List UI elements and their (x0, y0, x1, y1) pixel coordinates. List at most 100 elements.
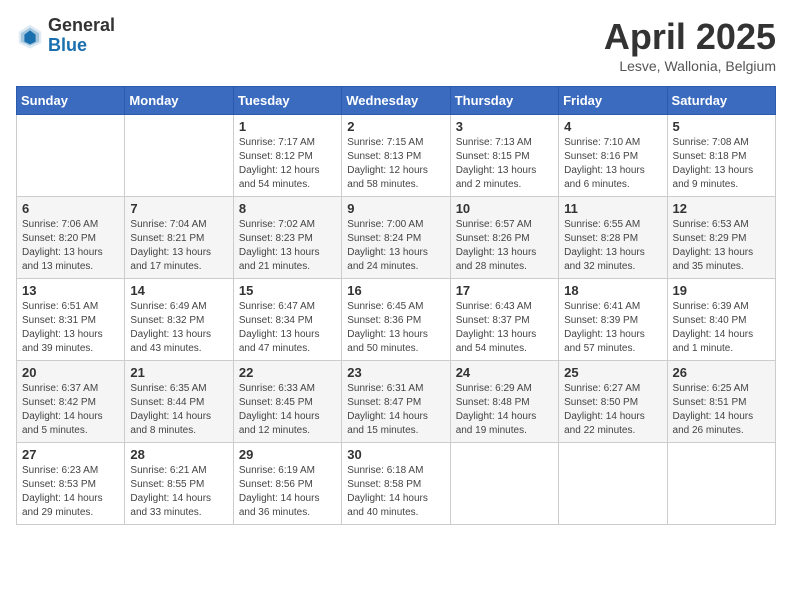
day-info: Sunrise: 6:31 AM Sunset: 8:47 PM Dayligh… (347, 382, 444, 438)
calendar-cell: 6 Sunrise: 7:06 AM Sunset: 8:20 PM Daylig… (17, 197, 125, 279)
day-number: 5 (673, 119, 770, 134)
week-row-3: 13 Sunrise: 6:51 AM Sunset: 8:31 PM Dayli… (17, 279, 776, 361)
day-info: Sunrise: 7:15 AM Sunset: 8:13 PM Dayligh… (347, 136, 444, 192)
calendar-cell: 3Sunrise: 7:13 AM Sunset: 8:15 PM Daylig… (450, 115, 558, 197)
day-number: 16 (347, 283, 444, 298)
day-info: Sunrise: 6:49 AM Sunset: 8:32 PM Dayligh… (130, 300, 227, 356)
day-info: Sunrise: 6:19 AM Sunset: 8:56 PM Dayligh… (239, 464, 336, 520)
day-number: 21 (130, 365, 227, 380)
day-info: Sunrise: 7:04 AM Sunset: 8:21 PM Dayligh… (130, 218, 227, 274)
calendar-cell: 1 Sunrise: 7:17 AM Sunset: 8:12 PM Daylig… (233, 115, 341, 197)
calendar-cell: 17 Sunrise: 6:43 AM Sunset: 8:37 PM Dayli… (450, 279, 558, 361)
calendar-cell: 2 Sunrise: 7:15 AM Sunset: 8:13 PM Daylig… (342, 115, 450, 197)
calendar-cell: 22 Sunrise: 6:33 AM Sunset: 8:45 PM Dayli… (233, 361, 341, 443)
day-number: 17 (456, 283, 553, 298)
week-row-4: 20Sunrise: 6:37 AM Sunset: 8:42 PM Dayli… (17, 361, 776, 443)
calendar-cell: 21 Sunrise: 6:35 AM Sunset: 8:44 PM Dayli… (125, 361, 233, 443)
calendar-cell: 19 Sunrise: 6:39 AM Sunset: 8:40 PM Dayli… (667, 279, 775, 361)
logo-blue: Blue (48, 36, 115, 56)
day-number: 6 (22, 201, 119, 216)
day-number: 8 (239, 201, 336, 216)
calendar-cell: 15 Sunrise: 6:47 AM Sunset: 8:34 PM Dayli… (233, 279, 341, 361)
day-info: Sunrise: 7:06 AM Sunset: 8:20 PM Dayligh… (22, 218, 119, 274)
day-info: Sunrise: 6:29 AM Sunset: 8:48 PM Dayligh… (456, 382, 553, 438)
calendar-cell: 14 Sunrise: 6:49 AM Sunset: 8:32 PM Dayli… (125, 279, 233, 361)
day-info: Sunrise: 7:02 AM Sunset: 8:23 PM Dayligh… (239, 218, 336, 274)
calendar-cell: 4Sunrise: 7:10 AM Sunset: 8:16 PM Daylig… (559, 115, 667, 197)
day-info: Sunrise: 6:27 AM Sunset: 8:50 PM Dayligh… (564, 382, 661, 438)
day-info: Sunrise: 6:21 AM Sunset: 8:55 PM Dayligh… (130, 464, 227, 520)
day-number: 29 (239, 447, 336, 462)
day-info: Sunrise: 6:45 AM Sunset: 8:36 PM Dayligh… (347, 300, 444, 356)
calendar-cell: 30 Sunrise: 6:18 AM Sunset: 8:58 PM Dayli… (342, 443, 450, 525)
day-info: Sunrise: 6:55 AM Sunset: 8:28 PM Dayligh… (564, 218, 661, 274)
calendar-cell: 13 Sunrise: 6:51 AM Sunset: 8:31 PM Dayli… (17, 279, 125, 361)
day-info: Sunrise: 6:41 AM Sunset: 8:39 PM Dayligh… (564, 300, 661, 356)
day-info: Sunrise: 6:39 AM Sunset: 8:40 PM Dayligh… (673, 300, 770, 356)
logo-icon (16, 22, 44, 50)
calendar-cell: 12 Sunrise: 6:53 AM Sunset: 8:29 PM Dayli… (667, 197, 775, 279)
day-number: 25 (564, 365, 661, 380)
day-info: Sunrise: 6:53 AM Sunset: 8:29 PM Dayligh… (673, 218, 770, 274)
logo-text: General Blue (48, 16, 115, 56)
weekday-header-tuesday: Tuesday (233, 87, 341, 115)
calendar-cell: 25 Sunrise: 6:27 AM Sunset: 8:50 PM Dayli… (559, 361, 667, 443)
day-info: Sunrise: 6:23 AM Sunset: 8:53 PM Dayligh… (22, 464, 119, 520)
day-info: Sunrise: 6:43 AM Sunset: 8:37 PM Dayligh… (456, 300, 553, 356)
day-info: Sunrise: 7:17 AM Sunset: 8:12 PM Dayligh… (239, 136, 336, 192)
calendar-cell: 8 Sunrise: 7:02 AM Sunset: 8:23 PM Daylig… (233, 197, 341, 279)
calendar-cell (559, 443, 667, 525)
calendar-cell: 5 Sunrise: 7:08 AM Sunset: 8:18 PM Daylig… (667, 115, 775, 197)
calendar-cell (450, 443, 558, 525)
calendar-cell: 9Sunrise: 7:00 AM Sunset: 8:24 PM Daylig… (342, 197, 450, 279)
day-info: Sunrise: 6:51 AM Sunset: 8:31 PM Dayligh… (22, 300, 119, 356)
day-info: Sunrise: 6:47 AM Sunset: 8:34 PM Dayligh… (239, 300, 336, 356)
day-number: 27 (22, 447, 119, 462)
day-number: 30 (347, 447, 444, 462)
weekday-header-wednesday: Wednesday (342, 87, 450, 115)
day-info: Sunrise: 6:25 AM Sunset: 8:51 PM Dayligh… (673, 382, 770, 438)
day-number: 10 (456, 201, 553, 216)
weekday-header-monday: Monday (125, 87, 233, 115)
day-number: 15 (239, 283, 336, 298)
calendar-cell (125, 115, 233, 197)
title-area: April 2025 Lesve, Wallonia, Belgium (604, 16, 776, 74)
day-info: Sunrise: 7:08 AM Sunset: 8:18 PM Dayligh… (673, 136, 770, 192)
day-number: 23 (347, 365, 444, 380)
calendar-cell: 16 Sunrise: 6:45 AM Sunset: 8:36 PM Dayli… (342, 279, 450, 361)
day-number: 11 (564, 201, 661, 216)
day-number: 14 (130, 283, 227, 298)
day-info: Sunrise: 6:33 AM Sunset: 8:45 PM Dayligh… (239, 382, 336, 438)
day-number: 1 (239, 119, 336, 134)
day-number: 13 (22, 283, 119, 298)
calendar-cell: 7 Sunrise: 7:04 AM Sunset: 8:21 PM Daylig… (125, 197, 233, 279)
calendar-cell: 23 Sunrise: 6:31 AM Sunset: 8:47 PM Dayli… (342, 361, 450, 443)
weekday-header-saturday: Saturday (667, 87, 775, 115)
day-info: Sunrise: 6:35 AM Sunset: 8:44 PM Dayligh… (130, 382, 227, 438)
day-number: 22 (239, 365, 336, 380)
day-number: 18 (564, 283, 661, 298)
day-info: Sunrise: 6:57 AM Sunset: 8:26 PM Dayligh… (456, 218, 553, 274)
weekday-header-row: SundayMondayTuesdayWednesdayThursdayFrid… (17, 87, 776, 115)
calendar-cell (17, 115, 125, 197)
day-number: 4 (564, 119, 661, 134)
calendar-cell: 20Sunrise: 6:37 AM Sunset: 8:42 PM Dayli… (17, 361, 125, 443)
calendar-cell: 18 Sunrise: 6:41 AM Sunset: 8:39 PM Dayli… (559, 279, 667, 361)
calendar-cell: 26Sunrise: 6:25 AM Sunset: 8:51 PM Dayli… (667, 361, 775, 443)
calendar-cell: 28Sunrise: 6:21 AM Sunset: 8:55 PM Dayli… (125, 443, 233, 525)
weekday-header-thursday: Thursday (450, 87, 558, 115)
calendar-cell: 11 Sunrise: 6:55 AM Sunset: 8:28 PM Dayli… (559, 197, 667, 279)
page-header: General Blue April 2025 Lesve, Wallonia,… (16, 16, 776, 74)
logo-general: General (48, 16, 115, 36)
logo: General Blue (16, 16, 115, 56)
day-number: 24 (456, 365, 553, 380)
month-title: April 2025 (604, 16, 776, 58)
day-number: 7 (130, 201, 227, 216)
day-number: 19 (673, 283, 770, 298)
day-number: 12 (673, 201, 770, 216)
day-info: Sunrise: 7:13 AM Sunset: 8:15 PM Dayligh… (456, 136, 553, 192)
calendar-table: SundayMondayTuesdayWednesdayThursdayFrid… (16, 86, 776, 525)
day-number: 2 (347, 119, 444, 134)
day-info: Sunrise: 6:18 AM Sunset: 8:58 PM Dayligh… (347, 464, 444, 520)
week-row-2: 6 Sunrise: 7:06 AM Sunset: 8:20 PM Daylig… (17, 197, 776, 279)
